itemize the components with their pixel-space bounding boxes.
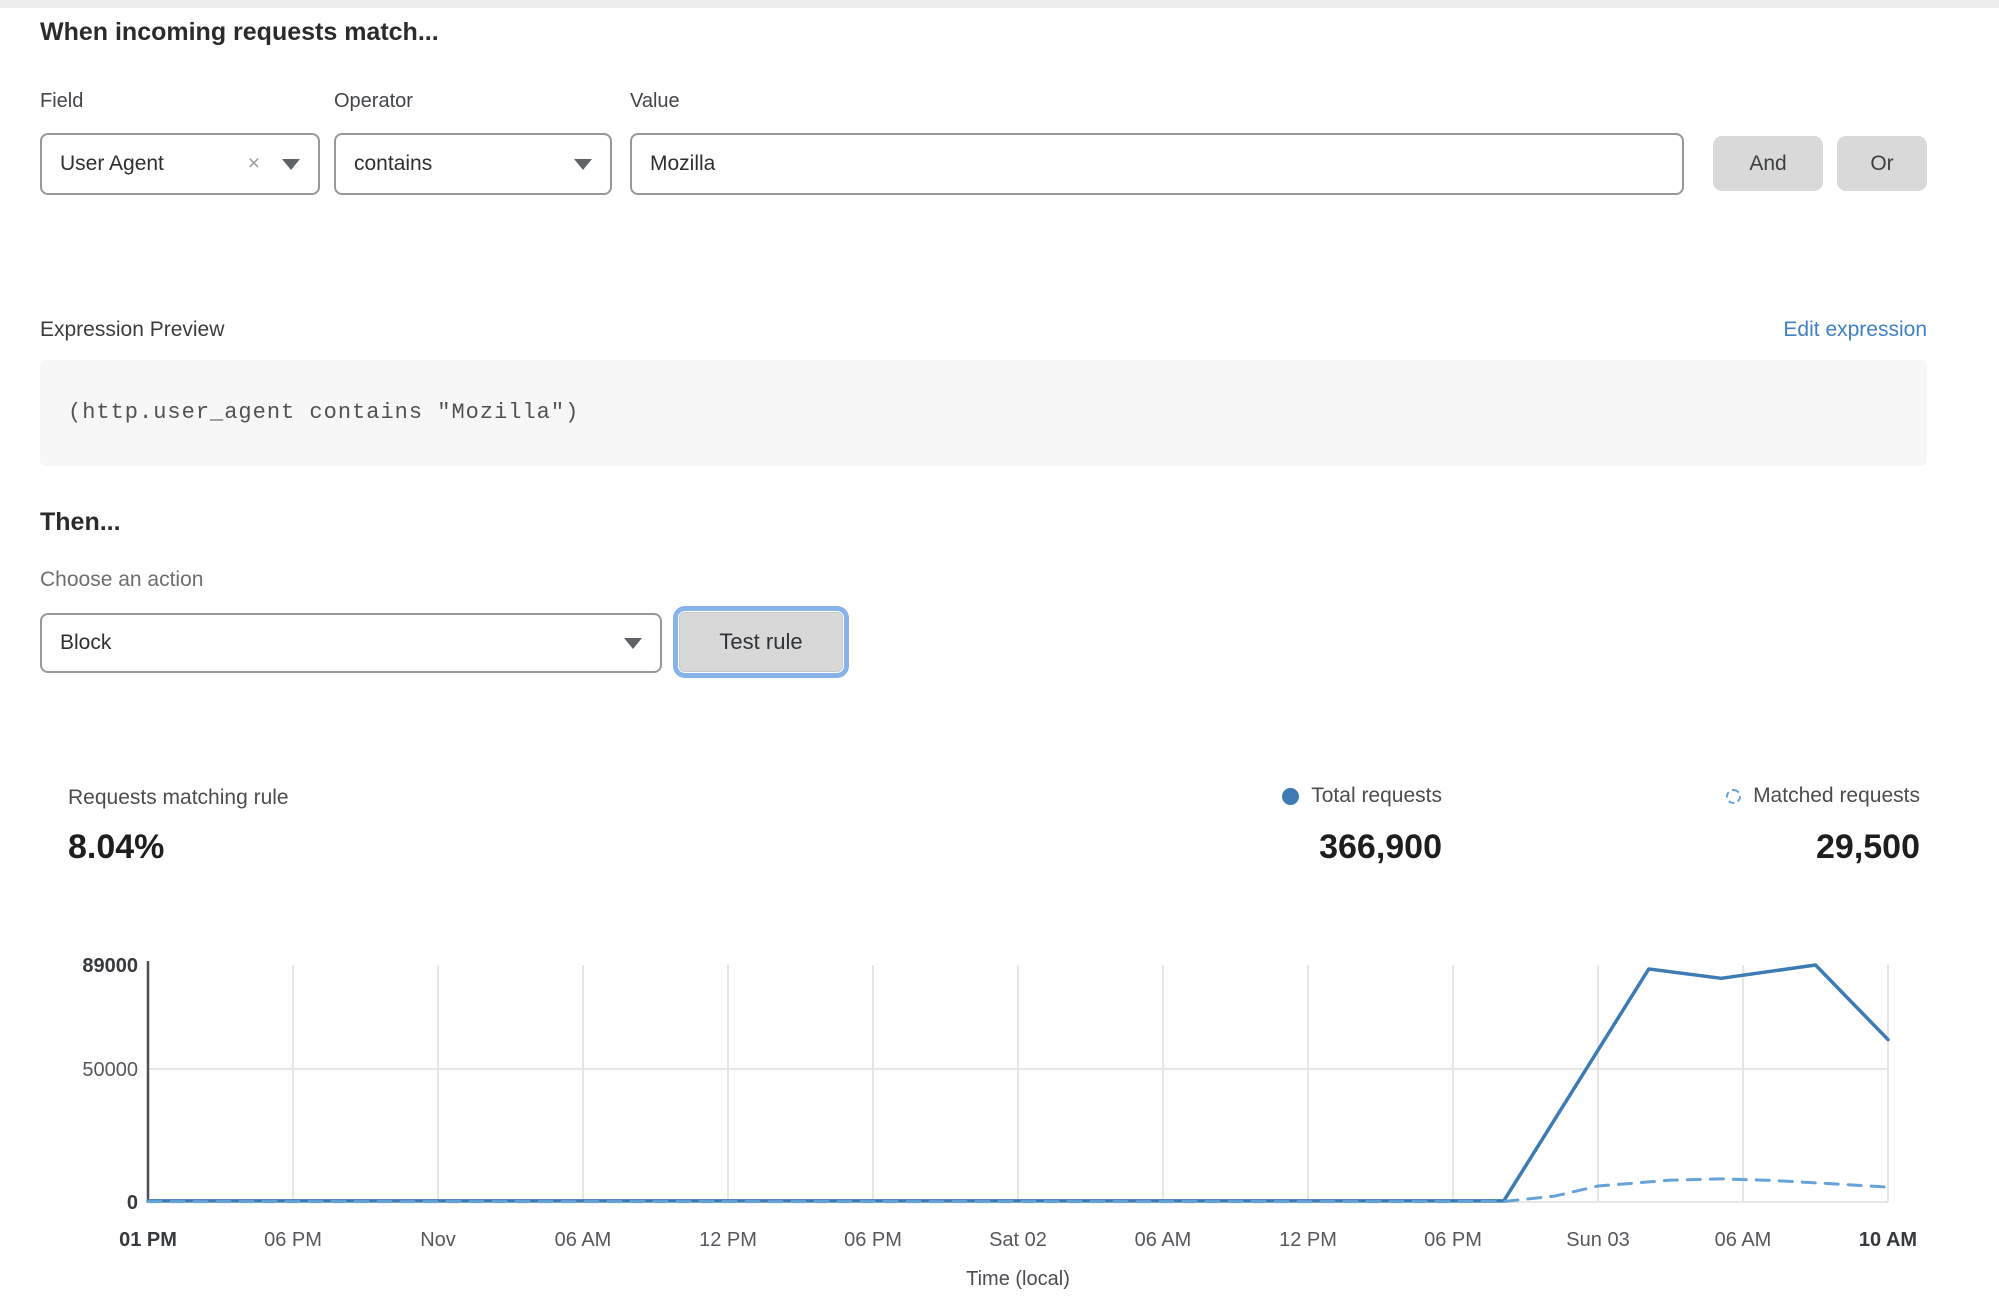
matching-rule-label: Requests matching rule bbox=[68, 786, 289, 810]
chevron-down-icon bbox=[282, 159, 300, 170]
total-requests-value: 366,900 bbox=[1319, 828, 1442, 867]
value-input[interactable] bbox=[630, 133, 1684, 195]
operator-select-value: contains bbox=[354, 152, 574, 176]
x-tick-label: 06 AM bbox=[1135, 1229, 1192, 1251]
x-tick-label: 06 PM bbox=[844, 1229, 902, 1251]
action-select[interactable]: Block bbox=[40, 613, 662, 673]
y-tick-label: 89000 bbox=[82, 955, 138, 977]
legend-total-requests: Total requests bbox=[1282, 784, 1442, 808]
and-button[interactable]: And bbox=[1713, 136, 1823, 191]
expression-code: (http.user_agent contains "Mozilla") bbox=[68, 400, 579, 425]
chevron-down-icon bbox=[574, 159, 592, 170]
x-tick-label: 12 PM bbox=[699, 1229, 757, 1251]
x-tick-label: 01 PM bbox=[119, 1229, 177, 1251]
clear-icon[interactable]: × bbox=[248, 152, 260, 176]
legend-matched-requests: Matched requests bbox=[1726, 784, 1920, 808]
x-tick-label: 06 PM bbox=[1424, 1229, 1482, 1251]
page-top-divider bbox=[0, 0, 1999, 8]
action-select-value: Block bbox=[60, 631, 624, 655]
x-tick-label: 10 AM bbox=[1859, 1229, 1917, 1251]
x-axis-title: Time (local) bbox=[966, 1268, 1070, 1290]
choose-action-label: Choose an action bbox=[40, 568, 203, 592]
page-title: When incoming requests match... bbox=[40, 18, 439, 47]
test-rule-button[interactable]: Test rule bbox=[679, 612, 843, 672]
value-label: Value bbox=[630, 90, 680, 113]
then-title: Then... bbox=[40, 508, 121, 537]
matched-requests-value: 29,500 bbox=[1816, 828, 1920, 867]
expression-preview-label: Expression Preview bbox=[40, 318, 224, 342]
x-tick-label: 12 PM bbox=[1279, 1229, 1337, 1251]
matching-rule-value: 8.04% bbox=[68, 828, 164, 867]
field-select-value: User Agent bbox=[60, 152, 248, 176]
x-tick-label: 06 PM bbox=[264, 1229, 322, 1251]
x-tick-label: Sat 02 bbox=[989, 1229, 1047, 1251]
y-tick-label: 0 bbox=[127, 1192, 138, 1214]
field-select[interactable]: User Agent × bbox=[40, 133, 320, 195]
matched-requests-dashed-circle-icon bbox=[1726, 789, 1741, 804]
x-tick-label: 06 AM bbox=[555, 1229, 612, 1251]
edit-expression-link[interactable]: Edit expression bbox=[1783, 318, 1927, 342]
expression-code-block: (http.user_agent contains "Mozilla") bbox=[40, 360, 1927, 466]
total-requests-label: Total requests bbox=[1311, 784, 1442, 808]
operator-select[interactable]: contains bbox=[334, 133, 612, 195]
operator-label: Operator bbox=[334, 90, 413, 113]
x-tick-label: Nov bbox=[420, 1229, 456, 1251]
x-tick-label: 06 AM bbox=[1715, 1229, 1772, 1251]
requests-chart: 0 50000 89000 01 PM 06 PM Nov 06 AM 12 PM 06 PM S… bbox=[0, 940, 1999, 1295]
requests-chart-svg: 0 50000 89000 01 PM 06 PM Nov 06 AM 12 PM 06 PM S… bbox=[0, 940, 1999, 1295]
x-tick-label: Sun 03 bbox=[1566, 1229, 1629, 1251]
y-tick-label: 50000 bbox=[82, 1059, 138, 1081]
or-button[interactable]: Or bbox=[1837, 136, 1927, 191]
field-label: Field bbox=[40, 90, 83, 113]
total-requests-dot-icon bbox=[1282, 788, 1299, 805]
chevron-down-icon bbox=[624, 638, 642, 649]
matched-requests-label: Matched requests bbox=[1753, 784, 1920, 808]
